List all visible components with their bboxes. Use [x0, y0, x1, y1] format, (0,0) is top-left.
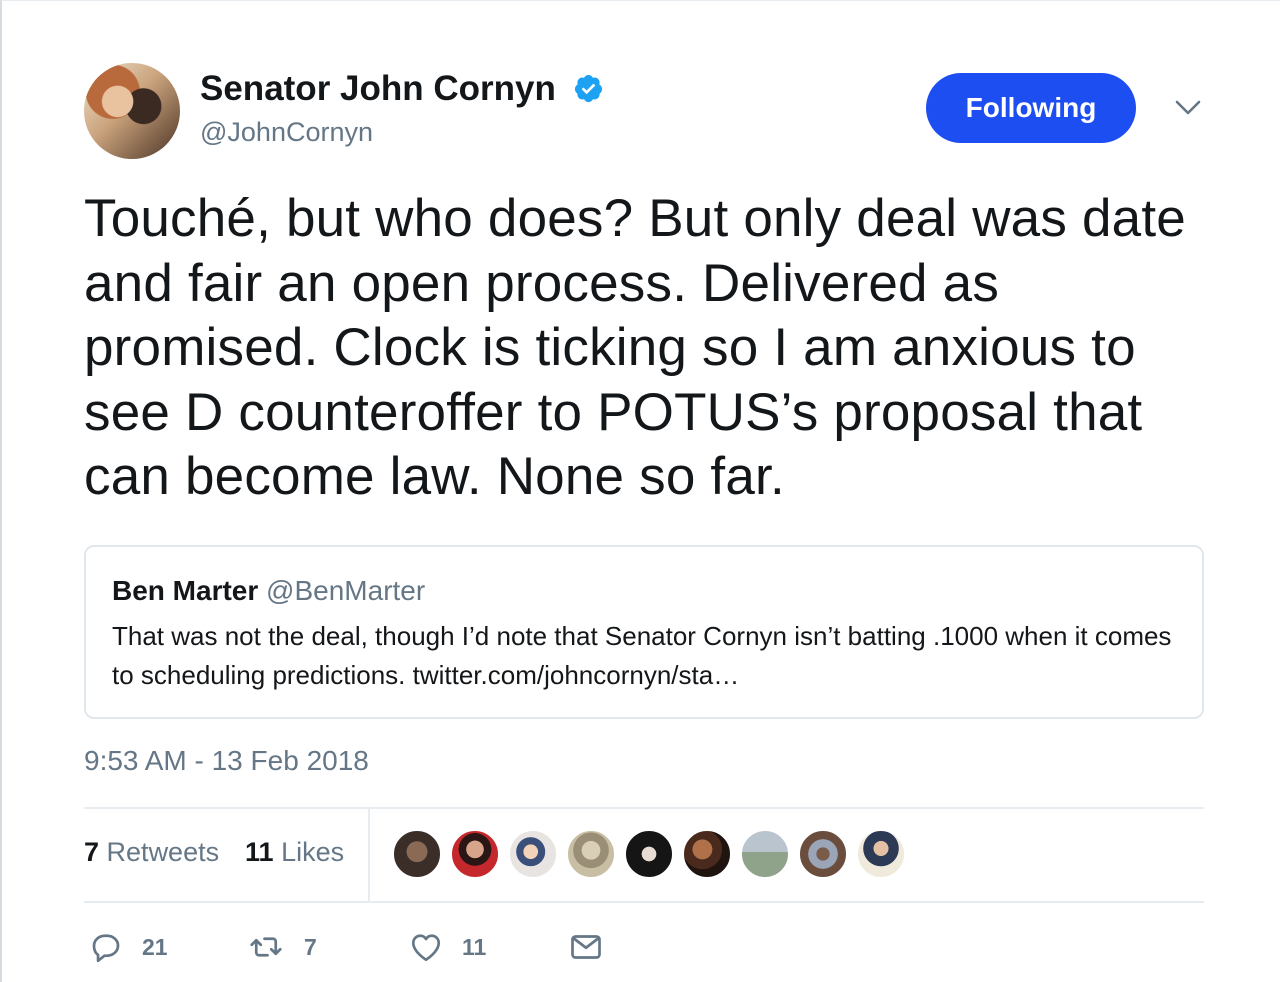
tweet-timestamp[interactable]: 9:53 AM - 13 Feb 2018	[84, 745, 369, 777]
tweet-text: Touché, but who does? But only deal was …	[84, 189, 1186, 506]
likes-count: 11	[245, 837, 274, 867]
liker-avatar[interactable]	[624, 829, 674, 879]
quoted-author-name: Ben Marter	[112, 575, 259, 606]
quoted-tweet-author: Ben Marter @BenMarter	[112, 575, 425, 607]
likes-label: Likes	[281, 837, 345, 867]
liker-avatar[interactable]	[740, 829, 790, 879]
retweet-count: 7	[304, 933, 317, 960]
quoted-tweet-text: That was not the deal, though I’d note t…	[112, 621, 1172, 690]
retweets-count: 7	[84, 837, 100, 867]
retweet-icon	[250, 937, 282, 957]
stats-divider	[368, 809, 370, 901]
retweets-label: Retweets	[106, 837, 220, 867]
reply-action[interactable]: 21	[88, 927, 168, 967]
likes-stat[interactable]: 11 Likes	[245, 837, 344, 868]
direct-message-action[interactable]	[568, 927, 604, 967]
author-handle[interactable]: @JohnCornyn	[200, 117, 373, 148]
like-action[interactable]: 11	[408, 927, 486, 967]
retweets-stat[interactable]: 7 Retweets	[84, 837, 219, 868]
author-display-name[interactable]: Senator John Cornyn	[200, 69, 556, 109]
liker-avatar[interactable]	[508, 829, 558, 879]
liker-avatar[interactable]	[856, 829, 906, 879]
quoted-author-handle: @BenMarter	[266, 575, 426, 606]
following-button[interactable]: Following	[926, 73, 1136, 143]
like-heart-icon	[411, 934, 441, 962]
liker-avatar[interactable]	[566, 829, 616, 879]
like-count: 11	[462, 933, 487, 960]
tweet-permalink-container: Senator John Cornyn @JohnCornyn Followin…	[0, 0, 1280, 982]
liker-avatar[interactable]	[392, 829, 442, 879]
divider	[84, 807, 1204, 809]
retweet-action[interactable]: 7	[246, 927, 317, 967]
quoted-tweet-card[interactable]: Ben Marter @BenMarter That was not the d…	[84, 545, 1204, 719]
direct-message-icon	[571, 935, 601, 959]
author-avatar[interactable]	[84, 63, 180, 159]
liker-avatar[interactable]	[798, 829, 848, 879]
divider	[84, 901, 1204, 903]
reply-count: 21	[142, 933, 168, 960]
tweet-header: Senator John Cornyn @JohnCornyn Followin…	[84, 63, 1204, 159]
verified-badge-icon	[574, 74, 603, 103]
reply-icon	[92, 934, 120, 963]
liker-avatar[interactable]	[682, 829, 732, 879]
chevron-down-icon[interactable]	[1174, 97, 1202, 117]
liker-avatar[interactable]	[450, 829, 500, 879]
